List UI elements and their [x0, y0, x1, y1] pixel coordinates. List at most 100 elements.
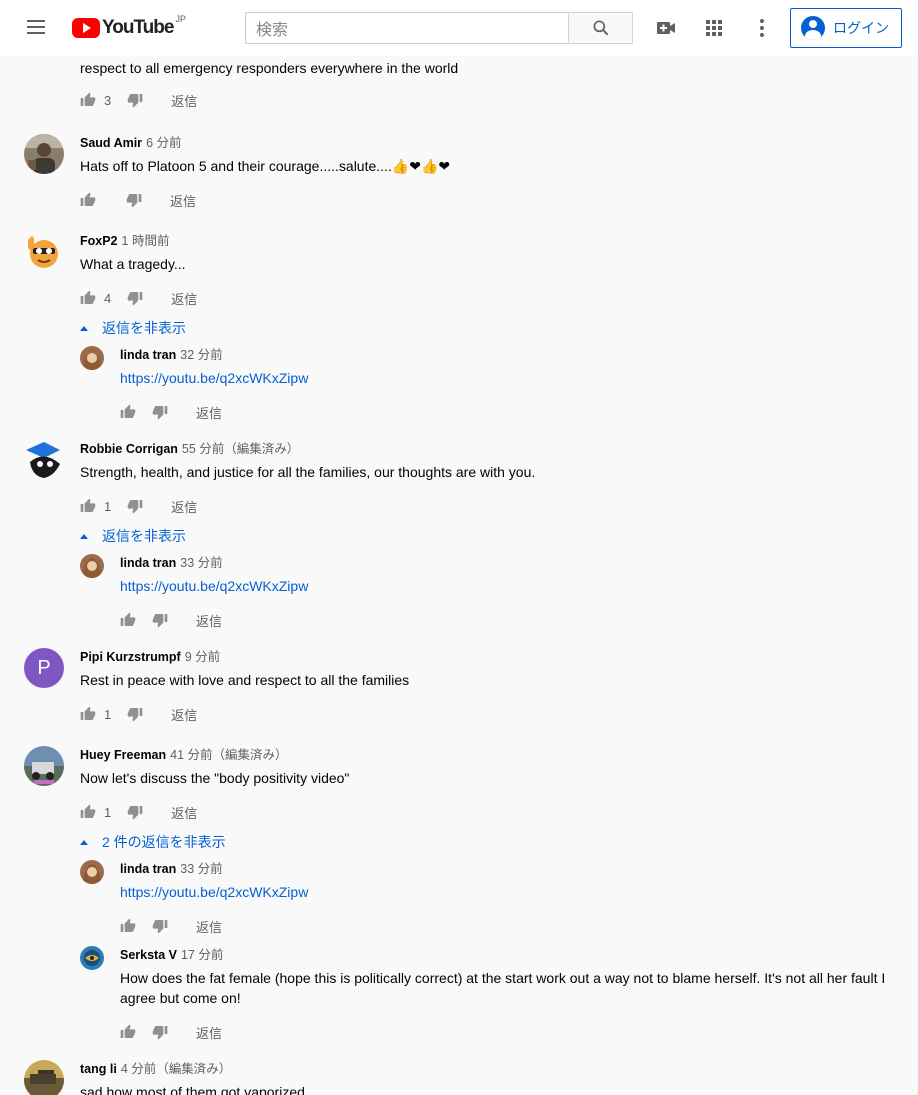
avatar[interactable] — [24, 440, 64, 480]
dislike-icon[interactable] — [127, 804, 143, 820]
like-count: 4 — [104, 290, 112, 306]
comment-link[interactable]: https://youtu.be/q2xcWKxZipw — [120, 368, 900, 388]
create-video-icon[interactable] — [654, 16, 678, 40]
like-icon[interactable] — [80, 706, 96, 722]
comment-time[interactable]: 9 分前 — [185, 650, 220, 664]
comment-text: How does the fat female (hope this is po… — [120, 970, 886, 1006]
signin-label: ログイン — [833, 20, 889, 36]
comment-text: What a tragedy... — [80, 256, 186, 272]
reply-button[interactable]: 返信 — [196, 403, 222, 422]
like-icon[interactable] — [80, 498, 96, 514]
dislike-icon[interactable] — [127, 706, 143, 722]
dislike-icon[interactable] — [126, 192, 142, 208]
comment-time[interactable]: 33 分前 — [180, 556, 222, 570]
like-icon[interactable] — [120, 1024, 136, 1040]
more-options-icon[interactable] — [750, 16, 774, 40]
reply-button[interactable]: 返信 — [196, 1023, 222, 1042]
dislike-icon[interactable] — [127, 498, 143, 514]
avatar[interactable] — [80, 946, 104, 970]
hide-replies-toggle[interactable]: 2 件の返信を非表示 — [80, 832, 226, 852]
avatar[interactable] — [24, 746, 64, 786]
youtube-logo[interactable]: YouTube JP — [72, 14, 186, 39]
reply-button[interactable]: 返信 — [196, 611, 222, 630]
comment-time[interactable]: 32 分前 — [180, 348, 222, 362]
like-count: 1 — [104, 804, 112, 820]
like-count: 1 — [104, 498, 112, 514]
reply-button[interactable]: 返信 — [196, 917, 222, 936]
logo-text: YouTube — [102, 17, 174, 38]
account-icon — [801, 16, 825, 40]
comment-text: respect to all emergency responders ever… — [80, 60, 459, 76]
dislike-icon[interactable] — [127, 92, 143, 108]
logo-region: JP — [175, 14, 186, 24]
comment-time[interactable]: 33 分前 — [180, 862, 222, 876]
comment-link[interactable]: https://youtu.be/q2xcWKxZipw — [120, 576, 900, 596]
comment-text: Hats off to Platoon 5 and their courage.… — [80, 158, 451, 174]
collapse-arrow-icon — [80, 533, 88, 539]
author-name[interactable]: tang li — [80, 1062, 117, 1076]
like-icon[interactable] — [120, 918, 136, 934]
hide-replies-label: 2 件の返信を非表示 — [102, 834, 226, 850]
search-input[interactable]: 検索 — [245, 12, 569, 44]
collapse-arrow-icon — [80, 325, 88, 331]
avatar[interactable] — [80, 346, 104, 370]
search-button[interactable] — [568, 12, 633, 44]
author-name[interactable]: Pipi Kurzstrumpf — [80, 650, 181, 664]
author-name[interactable]: linda tran — [120, 556, 176, 570]
author-name[interactable]: FoxP2 — [80, 234, 118, 248]
dislike-icon[interactable] — [152, 1024, 168, 1040]
reply-button[interactable]: 返信 — [171, 497, 197, 516]
dislike-icon[interactable] — [127, 290, 143, 306]
author-name[interactable]: Serksta V — [120, 948, 177, 962]
avatar[interactable] — [24, 1060, 64, 1095]
like-icon[interactable] — [80, 804, 96, 820]
like-icon[interactable] — [80, 290, 96, 306]
like-icon[interactable] — [80, 92, 96, 108]
avatar[interactable] — [24, 232, 64, 272]
reply-button[interactable]: 返信 — [171, 705, 197, 724]
menu-icon[interactable] — [24, 16, 48, 40]
comment-time[interactable]: 55 分前（編集済み） — [182, 442, 299, 456]
author-name[interactable]: linda tran — [120, 862, 176, 876]
dislike-icon[interactable] — [152, 612, 168, 628]
reply-button[interactable]: 返信 — [171, 289, 197, 308]
signin-button[interactable]: ログイン — [790, 8, 902, 48]
avatar[interactable] — [80, 554, 104, 578]
like-count: 3 — [104, 92, 112, 108]
dislike-icon[interactable] — [152, 404, 168, 420]
comment-time[interactable]: 6 分前 — [146, 136, 181, 150]
comment-time[interactable]: 17 分前 — [181, 948, 223, 962]
comment-text: Rest in peace with love and respect to a… — [80, 672, 410, 688]
youtube-play-icon — [72, 18, 100, 38]
hide-replies-toggle[interactable]: 返信を非表示 — [80, 526, 186, 546]
reply-button[interactable]: 返信 — [171, 803, 197, 822]
hide-replies-label: 返信を非表示 — [102, 320, 186, 336]
comment-text: Now let's discuss the "body positivity v… — [80, 770, 350, 786]
comment-time[interactable]: 4 分前（編集済み） — [121, 1062, 231, 1076]
dislike-icon[interactable] — [152, 918, 168, 934]
author-name[interactable]: Huey Freeman — [80, 748, 166, 762]
comment-time[interactable]: 1 時間前 — [122, 234, 170, 248]
like-icon[interactable] — [120, 612, 136, 628]
author-name[interactable]: linda tran — [120, 348, 176, 362]
reply-button[interactable]: 返信 — [171, 91, 197, 110]
masthead: YouTube JP 検索 ログイン — [0, 0, 918, 56]
reply-button[interactable]: 返信 — [170, 191, 196, 210]
like-count: 1 — [104, 706, 112, 722]
hide-replies-toggle[interactable]: 返信を非表示 — [80, 318, 186, 338]
avatar[interactable] — [24, 134, 64, 174]
avatar-initial: P — [37, 656, 51, 679]
search-icon — [593, 20, 608, 36]
comment-time[interactable]: 41 分前（編集済み） — [170, 748, 287, 762]
hide-replies-label: 返信を非表示 — [102, 528, 186, 544]
like-icon[interactable] — [80, 192, 96, 208]
avatar[interactable] — [80, 860, 104, 884]
comment-link[interactable]: https://youtu.be/q2xcWKxZipw — [120, 882, 900, 902]
author-name[interactable]: Saud Amir — [80, 136, 142, 150]
author-name[interactable]: Robbie Corrigan — [80, 442, 178, 456]
avatar-letter[interactable]: P — [24, 648, 64, 688]
like-icon[interactable] — [120, 404, 136, 420]
comment-text: sad how most of them got vaporized — [80, 1084, 305, 1095]
apps-grid-icon[interactable] — [702, 16, 726, 40]
search-placeholder: 検索 — [256, 22, 289, 39]
